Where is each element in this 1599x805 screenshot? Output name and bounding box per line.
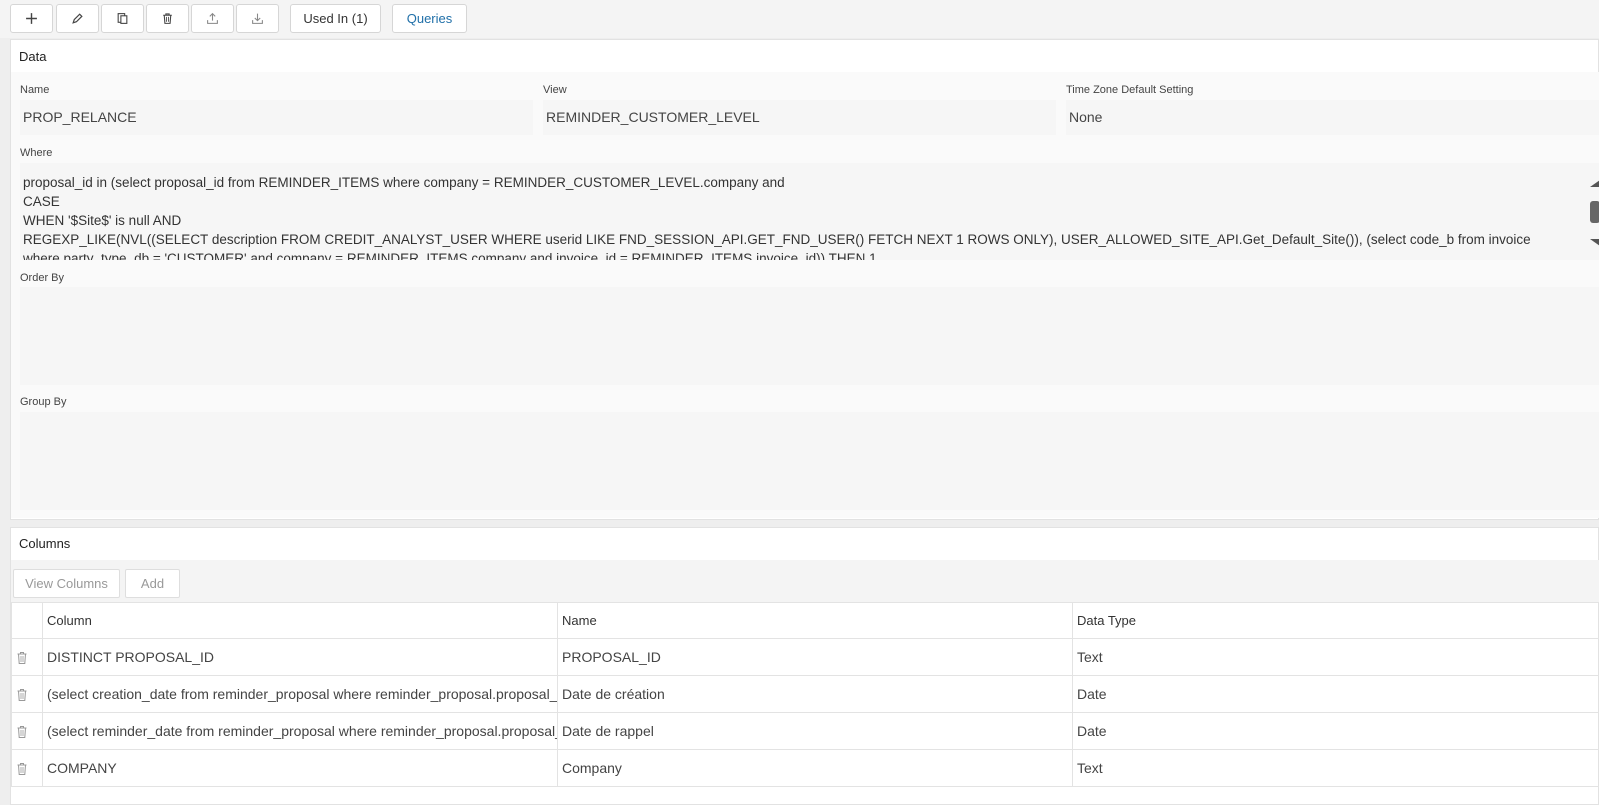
scroll-arrows-icon	[1590, 180, 1599, 246]
where-line: REGEXP_LIKE(NVL((SELECT description FROM…	[23, 232, 1531, 247]
name-value: PROP_RELANCE	[23, 109, 137, 125]
data-panel-body: Name PROP_RELANCE View REMINDER_CUSTOMER…	[11, 72, 1599, 518]
edit-button[interactable]	[56, 4, 99, 33]
data-panel: Data Name PROP_RELANCE View REMINDER_CUS…	[10, 39, 1599, 520]
name-field[interactable]: PROP_RELANCE	[20, 100, 533, 135]
trash-icon	[17, 652, 27, 665]
delete-button[interactable]	[146, 4, 189, 33]
table-row[interactable]: (select creation_date from reminder_prop…	[11, 675, 1599, 713]
plus-icon	[26, 13, 37, 24]
where-line: CASE	[23, 194, 60, 209]
cell-data-type: Date	[1072, 675, 1599, 713]
select-header	[11, 602, 43, 639]
table-row[interactable]: COMPANY Company Text	[11, 749, 1599, 787]
table-header-row: Column Name Data Type	[11, 602, 1599, 639]
cell-data-type: Date	[1072, 712, 1599, 750]
timezone-field[interactable]: None	[1066, 100, 1599, 135]
timezone-value: None	[1069, 109, 1103, 125]
where-line: WHEN '$Site$' is null AND	[23, 213, 182, 228]
column-header-name[interactable]: Name	[557, 602, 1073, 639]
columns-table: Column Name Data Type DISTINCT PROPOSAL_…	[11, 602, 1599, 787]
table-row[interactable]: (select reminder_date from reminder_prop…	[11, 712, 1599, 750]
where-textarea[interactable]: proposal_id in (select proposal_id from …	[20, 163, 1599, 260]
cell-column: DISTINCT PROPOSAL_ID	[42, 638, 558, 676]
import-button[interactable]	[236, 4, 279, 33]
new-button[interactable]	[10, 4, 53, 33]
group-by-label: Group By	[20, 396, 67, 408]
row-delete-button[interactable]	[11, 749, 43, 787]
where-scrollbar[interactable]	[1586, 177, 1599, 251]
add-column-button[interactable]: Add	[125, 569, 180, 598]
cell-name: Date de création	[557, 675, 1073, 713]
columns-toolbar	[11, 560, 1599, 602]
export-icon	[207, 12, 218, 24]
view-field[interactable]: REMINDER_CUSTOMER_LEVEL	[543, 100, 1056, 135]
cell-name: Company	[557, 749, 1073, 787]
where-text: proposal_id in (select proposal_id from …	[23, 173, 1560, 260]
cell-name: Date de rappel	[557, 712, 1073, 750]
trash-icon	[17, 689, 27, 702]
where-line: where party_type_db = 'CUSTOMER' and com…	[23, 251, 877, 260]
cell-data-type: Text	[1072, 638, 1599, 676]
view-label: View	[543, 84, 567, 96]
trash-icon	[163, 13, 172, 24]
timezone-label: Time Zone Default Setting	[1066, 84, 1194, 96]
column-header-data-type[interactable]: Data Type	[1072, 602, 1599, 639]
table-row[interactable]: DISTINCT PROPOSAL_ID PROPOSAL_ID Text	[11, 638, 1599, 676]
copy-icon	[117, 13, 128, 24]
columns-panel: Columns View Columns Add Column Name Dat…	[10, 527, 1599, 805]
cell-column: (select creation_date from reminder_prop…	[42, 675, 558, 713]
where-label: Where	[20, 147, 53, 159]
queries-button[interactable]: Queries	[392, 4, 467, 33]
toolbar: Used In (1) Queries	[0, 0, 1599, 38]
row-delete-button[interactable]	[11, 675, 43, 713]
where-line: proposal_id in (select proposal_id from …	[23, 175, 785, 190]
cell-column: COMPANY	[42, 749, 558, 787]
order-by-textarea[interactable]	[20, 287, 1599, 385]
columns-panel-title: Columns	[19, 536, 71, 551]
pencil-icon	[72, 13, 83, 24]
group-by-textarea[interactable]	[20, 412, 1599, 510]
name-label: Name	[20, 84, 50, 96]
view-columns-button[interactable]: View Columns	[13, 569, 120, 598]
used-in-button[interactable]: Used In (1)	[290, 4, 381, 33]
row-delete-button[interactable]	[11, 638, 43, 676]
export-button[interactable]	[191, 4, 234, 33]
cell-data-type: Text	[1072, 749, 1599, 787]
order-by-label: Order By	[20, 272, 65, 284]
import-icon	[252, 13, 263, 24]
data-panel-title: Data	[19, 49, 47, 64]
view-value: REMINDER_CUSTOMER_LEVEL	[546, 109, 760, 125]
duplicate-button[interactable]	[101, 4, 144, 33]
trash-icon	[17, 763, 27, 776]
cell-column: (select reminder_date from reminder_prop…	[42, 712, 558, 750]
cell-name: PROPOSAL_ID	[557, 638, 1073, 676]
column-header-column[interactable]: Column	[42, 602, 558, 639]
row-delete-button[interactable]	[11, 712, 43, 750]
trash-icon	[17, 726, 27, 739]
